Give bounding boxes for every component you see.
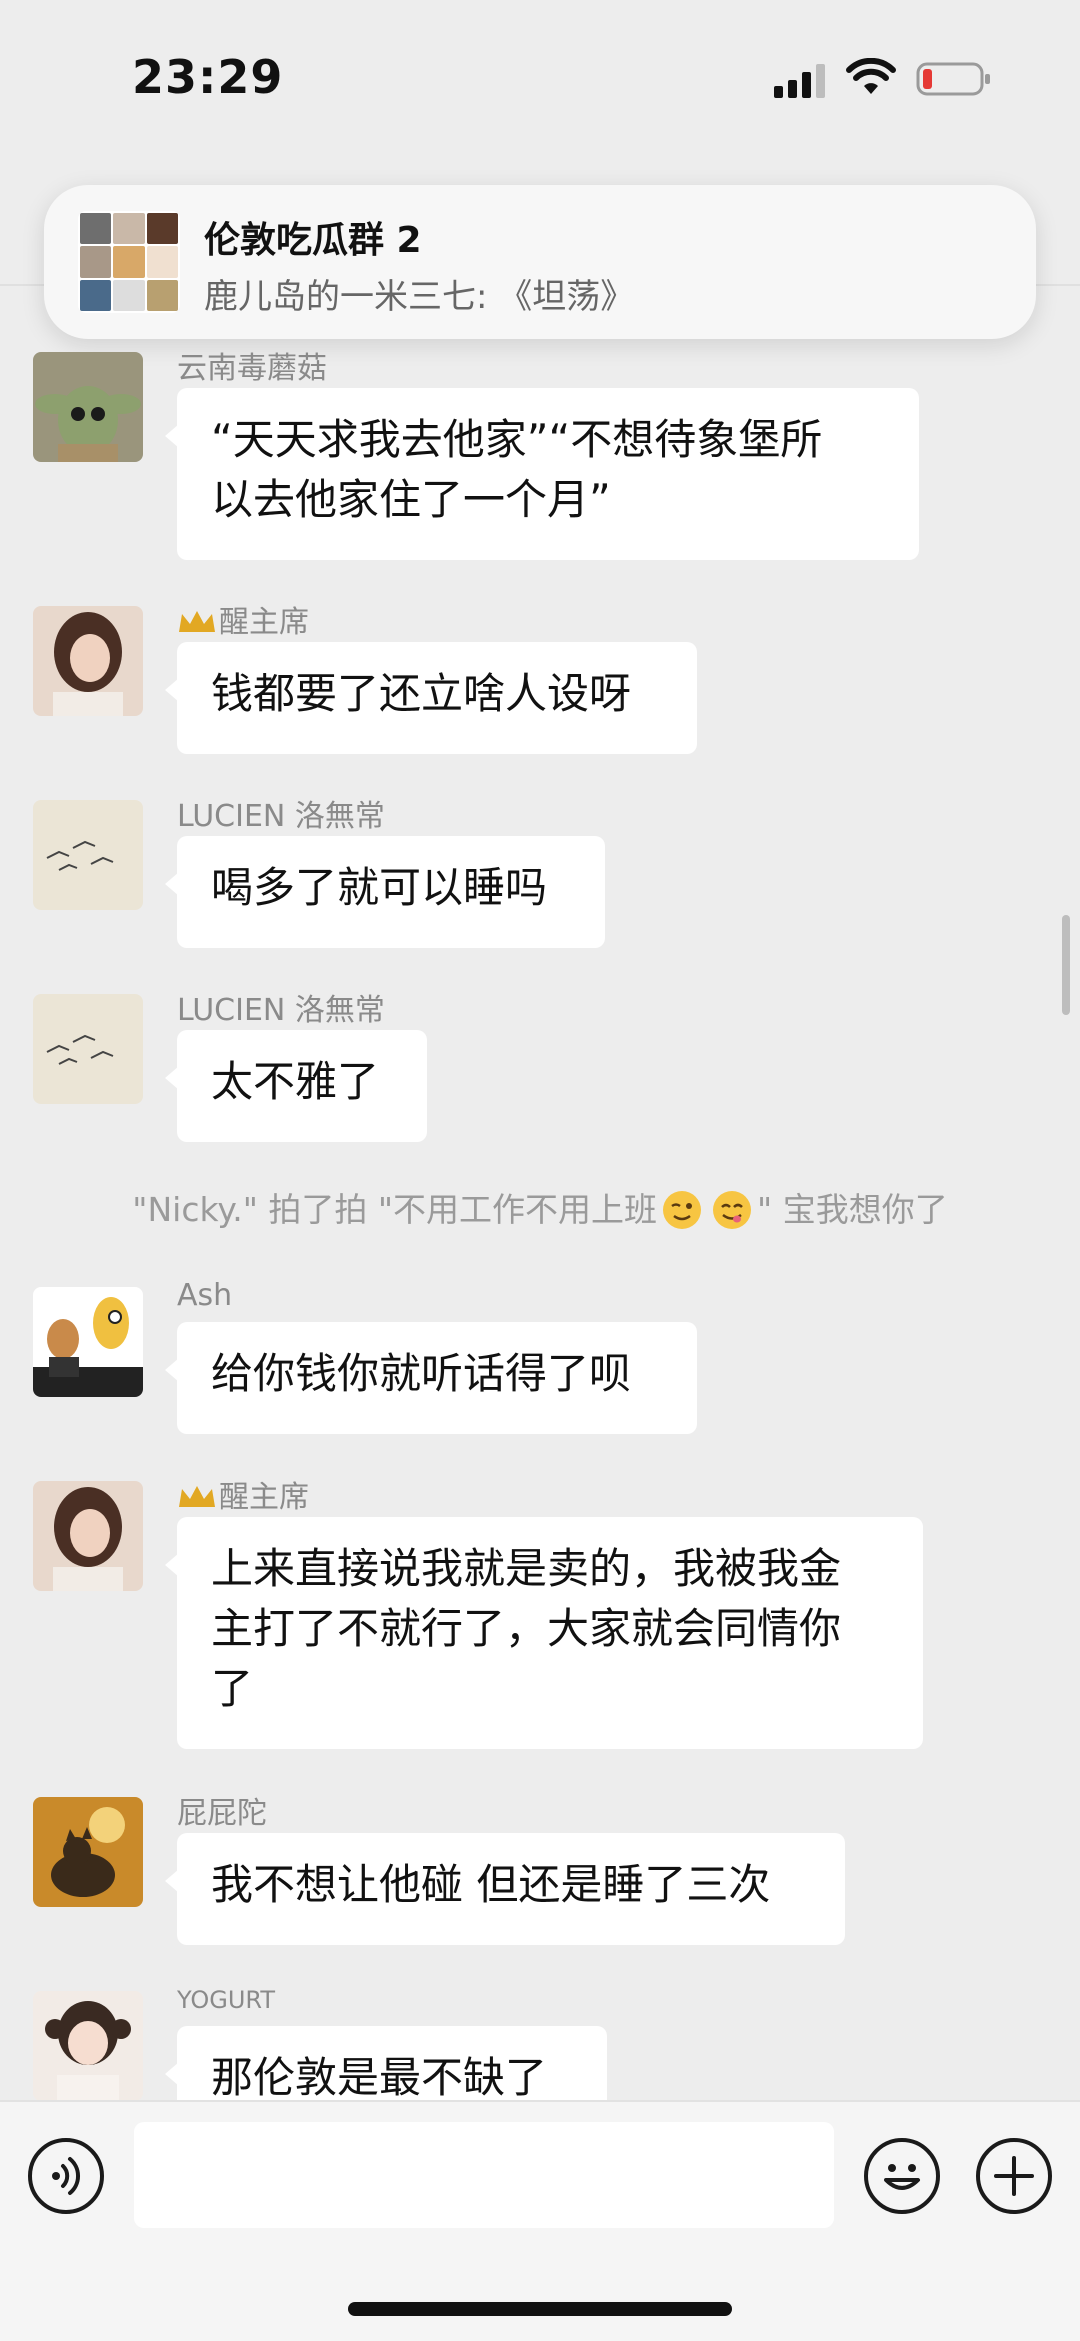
message-text-line: 我不想让他碰 但还是睡了三次 xyxy=(211,1860,771,1909)
notification-group-name: 伦敦吃瓜群 2 xyxy=(204,220,422,261)
group-avatar-grid-icon xyxy=(78,211,180,313)
status-time: 23:29 xyxy=(132,50,284,104)
message-bubble[interactable]: 喝多了就可以睡吗 xyxy=(165,836,605,948)
birds-painting-avatar-icon xyxy=(33,994,143,1104)
message-bubble[interactable]: 我不想让他碰 但还是睡了三次 xyxy=(165,1833,845,1945)
cat-avatar-icon xyxy=(33,1797,143,1907)
message-text-line: 主打了不就行了，大家就会同情你 xyxy=(211,1604,842,1653)
girl-portrait-avatar-icon xyxy=(33,1481,143,1591)
battery-low-icon xyxy=(916,62,990,96)
sender-name: 醒主席 xyxy=(177,1472,309,1516)
smiley-icon xyxy=(884,2164,920,2190)
notification-preview: 鹿儿岛的一米三七: 《坦荡》 xyxy=(204,277,635,317)
avatar[interactable] xyxy=(33,800,143,910)
sender-name: 云南毒蘑菇 xyxy=(177,351,327,386)
child-portrait-avatar-icon xyxy=(33,1991,143,2101)
message-text-line: 上来直接说我就是卖的，我被我金 xyxy=(211,1544,842,1593)
sender-name: 屁屁陀 xyxy=(177,1796,267,1831)
message-text-line: 给你钱你就听话得了呗 xyxy=(211,1349,632,1398)
sender-name-text: 醒主席 xyxy=(219,605,309,640)
avatar[interactable] xyxy=(33,1481,143,1591)
voice-icon xyxy=(52,2157,81,2195)
crown-icon xyxy=(179,611,215,632)
status-bar: 23:29 xyxy=(0,0,1080,160)
pat-text-after: " 宝我想你了 xyxy=(757,1190,948,1229)
message-bubble[interactable]: 钱都要了还立啥人设呀 xyxy=(165,642,697,754)
plus-icon xyxy=(994,2156,1034,2196)
pat-text-before: "Nicky." 拍了拍 "不用工作不用上班 xyxy=(132,1190,658,1229)
wifi-icon xyxy=(846,58,896,94)
yoda-avatar-icon xyxy=(33,352,143,462)
message-text-line: “天天求我去他家”“不想待象堡所 xyxy=(211,415,823,464)
sender-name: 醒主席 xyxy=(177,597,309,641)
message-bubble[interactable]: “天天求我去他家”“不想待象堡所 以去他家住了一个月” xyxy=(165,388,919,560)
sender-name: LUCIEN 洛無常 xyxy=(177,993,385,1028)
birds-painting-avatar-icon xyxy=(33,800,143,910)
girl-portrait-avatar-icon xyxy=(33,606,143,716)
avatar[interactable] xyxy=(33,994,143,1104)
message-bubble[interactable]: 太不雅了 xyxy=(165,1030,427,1142)
avatar[interactable] xyxy=(33,606,143,716)
message-bubble[interactable]: 给你钱你就听话得了呗 xyxy=(165,1322,697,1434)
chat-screen: 23:29 伦敦吃瓜群 2 鹿儿岛的一米三七: 《坦荡》 云南毒蘑菇 “天天求我… xyxy=(0,0,1080,2341)
notification-banner[interactable]: 伦敦吃瓜群 2 鹿儿岛的一米三七: 《坦荡》 xyxy=(44,185,1036,339)
voice-button[interactable] xyxy=(28,2138,104,2214)
message-text-line: 那伦敦是最不缺了 xyxy=(211,2053,548,2102)
scroll-indicator[interactable] xyxy=(1062,915,1070,1015)
winking-face-emoji xyxy=(663,1191,702,1229)
pat-system-message: "Nicky." 拍了拍 "不用工作不用上班 " 宝我想你了 xyxy=(0,1183,1080,1231)
avatar[interactable] xyxy=(33,1287,143,1397)
crown-icon xyxy=(179,1486,215,1507)
message-text-line: 太不雅了 xyxy=(211,1057,380,1106)
avatar[interactable] xyxy=(33,352,143,462)
cellular-signal-icon xyxy=(774,64,825,98)
message-text-line: 喝多了就可以睡吗 xyxy=(211,863,548,912)
savoring-food-emoji xyxy=(713,1191,752,1229)
home-indicator[interactable] xyxy=(348,2302,732,2316)
sender-name: LUCIEN 洛無常 xyxy=(177,799,385,834)
more-button[interactable] xyxy=(976,2138,1052,2214)
avatar[interactable] xyxy=(33,1797,143,1907)
message-text-line: 钱都要了还立啥人设呀 xyxy=(211,669,632,718)
sender-name: YOGURT xyxy=(177,1986,275,2014)
emoji-button[interactable] xyxy=(864,2138,940,2214)
message-text-line: 以去他家住了一个月” xyxy=(211,475,611,524)
message-text-line: 了 xyxy=(211,1664,254,1713)
message-bubble[interactable]: 上来直接说我就是卖的，我被我金 主打了不就行了，大家就会同情你 了 xyxy=(165,1517,923,1749)
sender-name: Ash xyxy=(177,1278,233,1313)
cartoon-avatar-icon xyxy=(33,1287,143,1397)
avatar[interactable] xyxy=(33,1991,143,2101)
message-input[interactable] xyxy=(134,2122,834,2228)
sender-name-text: 醒主席 xyxy=(219,1480,309,1515)
